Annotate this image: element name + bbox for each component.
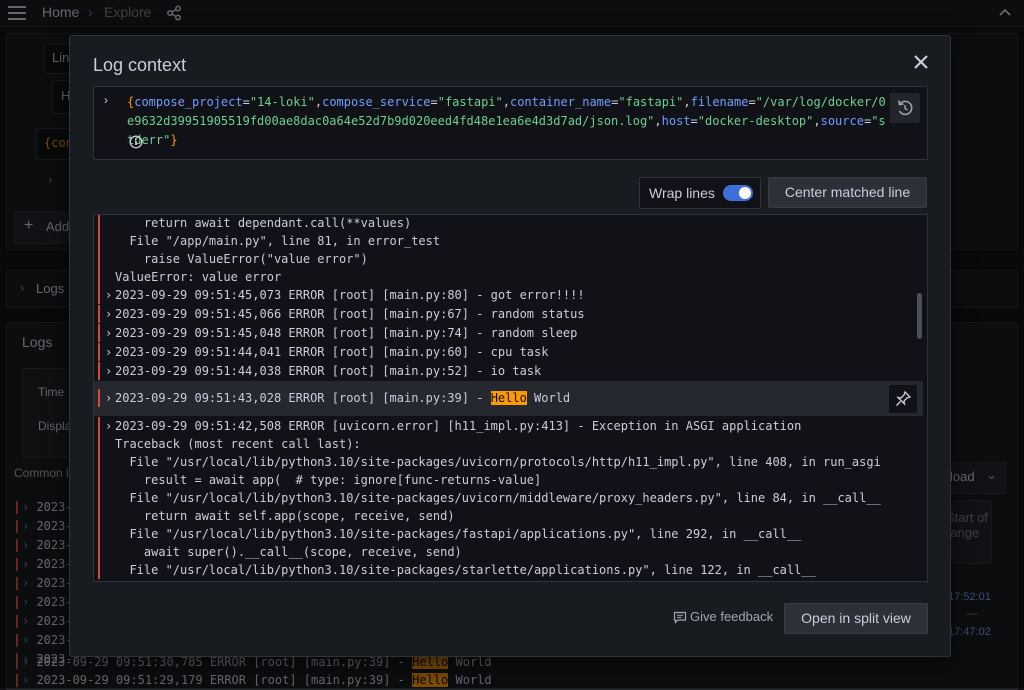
log-row[interactable]: raise ValueError("value error") [98,250,918,268]
undo-icon [898,100,913,116]
log-row[interactable]: › 2023-09-29 09:51:42,508 ERROR [uvicorn.… [98,417,918,435]
search-highlight: Hello [490,391,527,405]
log-row[interactable]: File "/usr/local/lib/python3.10/site-pac… [98,453,918,471]
matched-log-row[interactable]: › 2023-09-29 09:51:43,028 ERROR [root] [… [94,381,923,416]
log-context-modal: Log context › {compose_project="14-loki"… [69,35,951,657]
close-icon[interactable] [909,50,933,74]
log-row[interactable]: › 2023-09-29 09:51:45,066 ERROR [root] [m… [98,305,918,323]
log-row[interactable]: ValueError: value error [98,268,918,286]
toggle-knob [739,187,751,199]
info-icon[interactable] [129,135,143,149]
log-row[interactable]: › 2023-09-29 09:51:45,048 ERROR [root] [m… [98,324,918,342]
log-row[interactable]: › 2023-09-29 09:51:44,041 ERROR [root] [m… [98,343,918,361]
open-split-view-button[interactable]: Open in split view [784,603,928,634]
log-row[interactable]: File "/usr/local/lib/python3.10/site-pac… [98,489,918,507]
log-row[interactable]: Traceback (most recent call last): [98,435,918,453]
expand-labels-chevron-icon[interactable]: › [104,93,108,107]
stream-labels-text: {compose_project="14-loki",compose_servi… [127,95,886,147]
log-context-list: return await dependant.call(**values) Fi… [93,214,928,582]
reset-labels-button[interactable] [890,93,920,123]
log-row[interactable]: return await self.app(scope, receive, se… [98,507,918,525]
wrap-lines-toggle[interactable] [723,185,753,201]
log-row[interactable]: › 2023-09-29 09:51:45,073 ERROR [root] [m… [98,286,918,304]
matched-log-line: › 2023-09-29 09:51:43,028 ERROR [root] [… [98,389,918,407]
log-row[interactable]: return await dependant.call(**values) [98,215,918,232]
give-feedback-label: Give feedback [690,609,774,624]
wrap-lines-label: Wrap lines [649,185,715,201]
pin-line-button[interactable] [889,385,917,413]
log-row[interactable]: File "/usr/local/lib/python3.10/site-pac… [98,561,918,579]
stream-labels-box: › {compose_project="14-loki",compose_ser… [93,86,928,160]
log-row[interactable]: File "/usr/local/lib/python3.10/site-pac… [98,525,918,543]
log-row[interactable]: File "/app/main.py", line 81, in error_t… [98,232,918,250]
modal-title: Log context [93,55,187,75]
wrap-lines-control: Wrap lines [639,177,761,209]
center-matched-line-button[interactable]: Center matched line [768,177,927,208]
log-scrollbar[interactable] [917,293,922,339]
pin-icon [896,390,912,406]
log-row[interactable]: › 2023-09-29 09:51:44,038 ERROR [root] [m… [98,362,918,380]
log-row[interactable]: await super().__call__(scope, receive, s… [98,543,918,561]
comment-icon [673,611,687,624]
log-row[interactable]: result = await app( # type: ignore[func-… [98,471,918,489]
